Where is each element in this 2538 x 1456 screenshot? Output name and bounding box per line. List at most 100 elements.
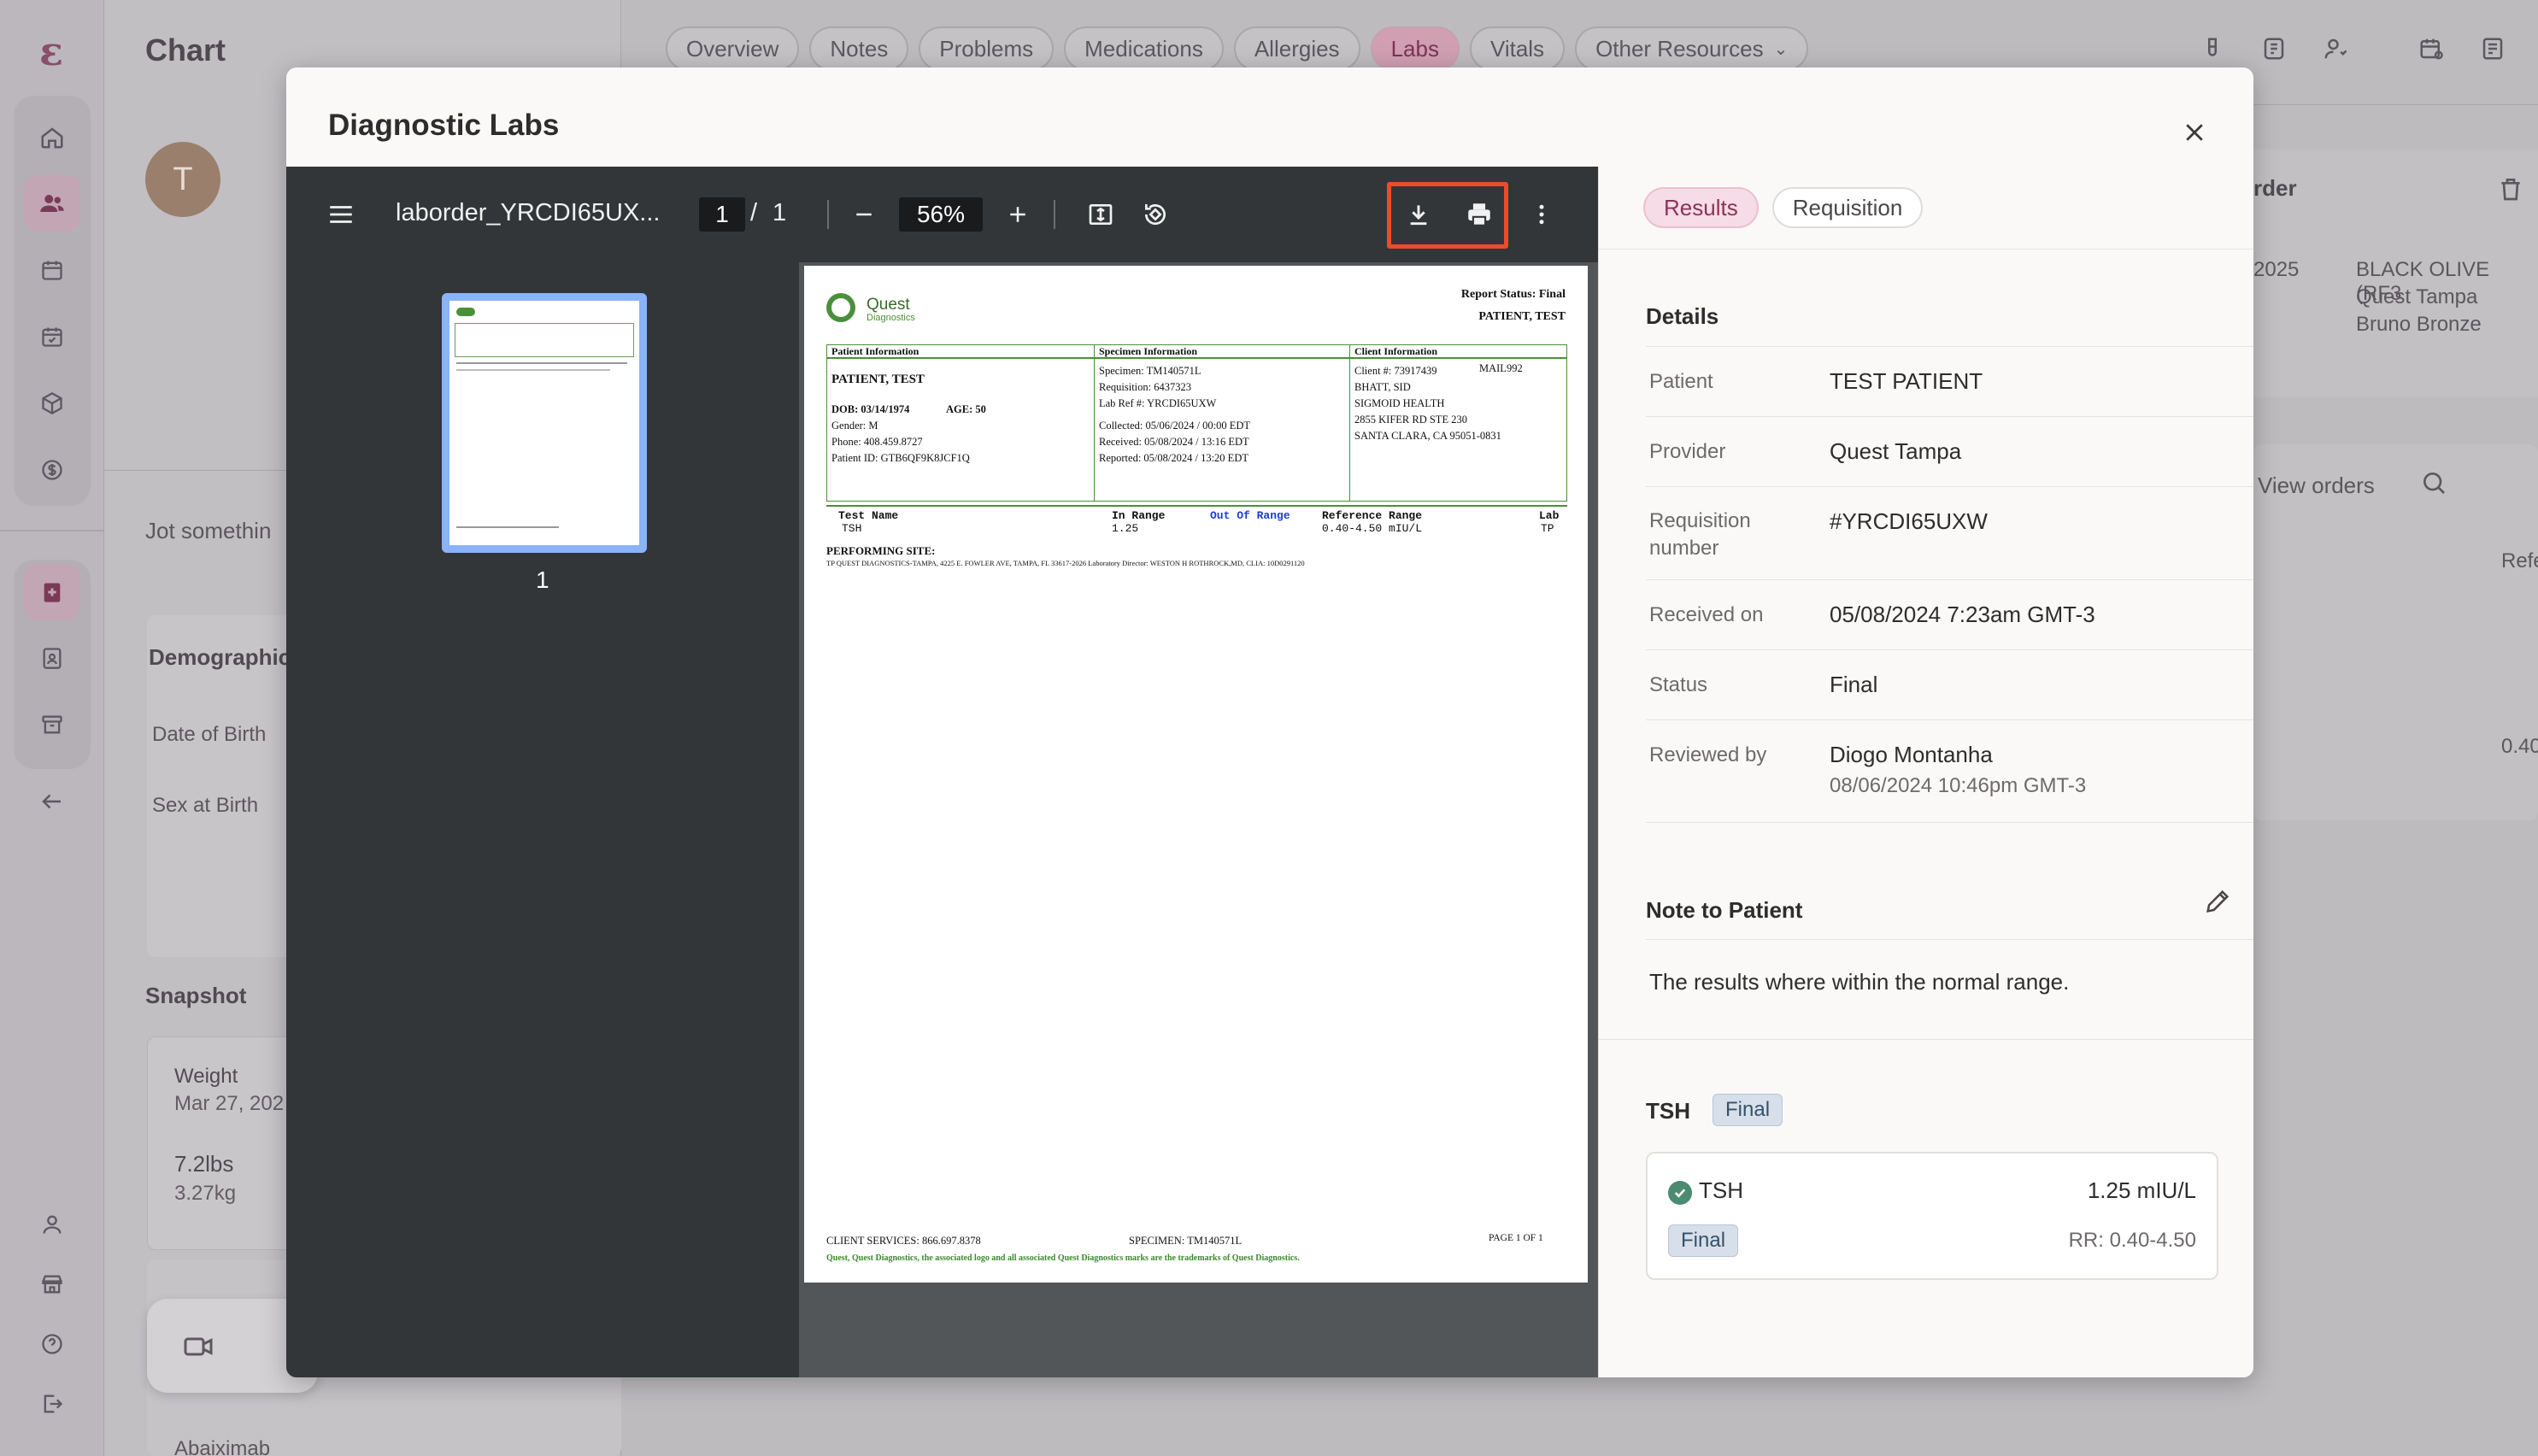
user-settings-icon[interactable]	[2317, 30, 2354, 68]
reviewed-name: Diogo Montanha	[1830, 742, 1993, 767]
tab-other-resources-label: Other Resources	[1595, 35, 1764, 62]
pdf-h-out-of-range: Out Of Range	[1210, 509, 1290, 522]
pdf-mail: MAIL992	[1479, 362, 1523, 374]
bottom-name: Abaiximab	[174, 1437, 271, 1456]
calendar-settings-icon[interactable]	[2412, 30, 2450, 68]
status-label: Status	[1649, 673, 1708, 696]
pdf-lab-ref: Lab Ref #: YRCDI65UXW	[1099, 397, 1217, 409]
note-edit-icon[interactable]	[2474, 30, 2512, 68]
patient-label: Patient	[1649, 370, 1713, 393]
test-heading: TSH	[1646, 1098, 1690, 1124]
modal-title: Diagnostic Labs	[328, 109, 560, 142]
video-icon[interactable]	[183, 1331, 214, 1362]
search-icon[interactable]	[2420, 469, 2451, 500]
pdf-requisition: Requisition: 6437323	[1099, 381, 1191, 393]
thumb-line	[456, 362, 627, 364]
pdf-r-ref-range: 0.40-4.50 mIU/L	[1322, 522, 1423, 535]
chart-tabs: Overview Notes Problems Medications Alle…	[666, 26, 1809, 71]
print-icon[interactable]	[1457, 192, 1501, 237]
detail-row-provider: Provider Quest Tampa	[1646, 417, 2253, 487]
tab-vitals[interactable]: Vitals	[1469, 26, 1566, 71]
fit-page-icon[interactable]	[1078, 192, 1123, 237]
jot-input[interactable]: Jot somethin	[145, 518, 271, 544]
brain-icon[interactable]	[2255, 30, 2293, 68]
zoom-level-input[interactable]: 56%	[899, 197, 983, 232]
pdf-r-in-range: 1.25	[1112, 522, 1139, 535]
collapse-arrow-icon[interactable]	[24, 773, 80, 830]
zoom-in-icon[interactable]	[996, 192, 1040, 237]
tab-medications[interactable]: Medications	[1064, 26, 1224, 71]
chevron-down-icon: ⌄	[1773, 39, 1789, 59]
note-heading: Note to Patient	[1646, 897, 1803, 923]
trash-icon[interactable]	[2497, 175, 2528, 206]
menu-icon[interactable]	[319, 192, 363, 237]
pdf-phone: Phone: 408.459.8727	[831, 436, 923, 448]
edit-pencil-icon[interactable]	[2203, 887, 2234, 918]
result-card[interactable]: TSH 1.25 mIU/L Final RR: 0.40-4.50	[1646, 1152, 2218, 1280]
tab-labs[interactable]: Labs	[1370, 26, 1460, 71]
more-options-icon[interactable]	[1519, 192, 1564, 237]
calendar-icon[interactable]	[24, 242, 80, 298]
tab-overview[interactable]: Overview	[666, 26, 800, 71]
provider-label: Provider	[1649, 440, 1726, 463]
tab-other-resources[interactable]: Other Resources ⌄	[1575, 26, 1809, 71]
details-panel: Results Requisition Details Patient TEST…	[1598, 167, 2253, 1377]
user-icon[interactable]	[24, 1196, 80, 1253]
archive-icon[interactable]	[24, 696, 80, 753]
pdf-client-addr2: SANTA CLARA, CA 95051-0831	[1354, 430, 1501, 442]
pdf-page-of: PAGE 1 OF 1	[1489, 1233, 1543, 1243]
page-thumbnail[interactable]	[442, 293, 647, 553]
pdf-client-number: Client #: 73917439	[1354, 365, 1437, 377]
thumbnail-panel: 1	[286, 262, 799, 1377]
pdf-dob: DOB: 03/14/1974	[831, 403, 910, 415]
pdf-specimen: Specimen: TM140571L	[1099, 365, 1201, 377]
toolbar-separator	[827, 200, 829, 229]
logout-icon[interactable]	[24, 1376, 80, 1432]
header-actions	[2194, 30, 2512, 68]
order-year: 2025	[2253, 258, 2300, 281]
tab-allergies[interactable]: Allergies	[1233, 26, 1360, 71]
billing-icon[interactable]	[24, 442, 80, 498]
tab-requisition[interactable]: Requisition	[1771, 187, 1924, 228]
page-number-input[interactable]: 1	[699, 197, 745, 232]
page-separator: /	[750, 199, 758, 226]
patients-icon[interactable]	[24, 175, 80, 232]
quest-logo-ring	[831, 298, 850, 317]
results-divider	[826, 505, 1567, 507]
detail-row-received: Received on 05/08/2024 7:23am GMT-3	[1646, 580, 2253, 650]
package-icon[interactable]	[24, 375, 80, 432]
tabs-divider	[1599, 249, 2253, 250]
pdf-page: Quest Diagnostics Report Status: Final P…	[804, 266, 1588, 1283]
page-title: Chart	[145, 32, 226, 68]
lab-tube-icon[interactable]	[2194, 30, 2231, 68]
patient-value: TEST PATIENT	[1830, 368, 1983, 394]
rotate-icon[interactable]	[1133, 192, 1178, 237]
clipboard-user-icon[interactable]	[24, 630, 80, 686]
sex-label: Sex at Birth	[152, 794, 259, 817]
view-orders-link[interactable]: View orders	[2258, 473, 2375, 499]
test-status-badge: Final	[1713, 1094, 1783, 1126]
col-client-title: Client Information	[1354, 345, 1437, 357]
clipboard-plus-icon[interactable]	[24, 564, 80, 620]
home-icon[interactable]	[24, 109, 80, 166]
tab-notes[interactable]: Notes	[809, 26, 909, 71]
store-icon[interactable]	[24, 1256, 80, 1312]
note-divider	[1646, 939, 2253, 940]
order-item2: Quest Tampa	[2356, 285, 2478, 308]
close-icon[interactable]	[2171, 109, 2218, 156]
zoom-out-icon[interactable]	[842, 192, 886, 237]
sidebar-divider	[0, 530, 104, 531]
tab-results[interactable]: Results	[1643, 187, 1759, 228]
calendar-check-icon[interactable]	[24, 308, 80, 365]
details-tabs: Results Requisition	[1643, 187, 1924, 228]
tab-problems[interactable]: Problems	[919, 26, 1055, 71]
pdf-h-test: Test Name	[838, 509, 899, 522]
help-icon[interactable]	[24, 1316, 80, 1372]
download-icon[interactable]	[1396, 192, 1441, 237]
pdf-collected: Collected: 05/06/2024 / 00:00 EDT	[1099, 420, 1251, 432]
thumb-table	[455, 323, 634, 357]
thumb-line	[456, 369, 610, 371]
detail-row-reviewed: Reviewed by Diogo Montanha 08/06/2024 10…	[1646, 720, 2253, 823]
order-item3: Bruno Bronze	[2356, 313, 2482, 336]
pdf-footer-specimen: SPECIMEN: TM140571L	[1129, 1235, 1243, 1247]
